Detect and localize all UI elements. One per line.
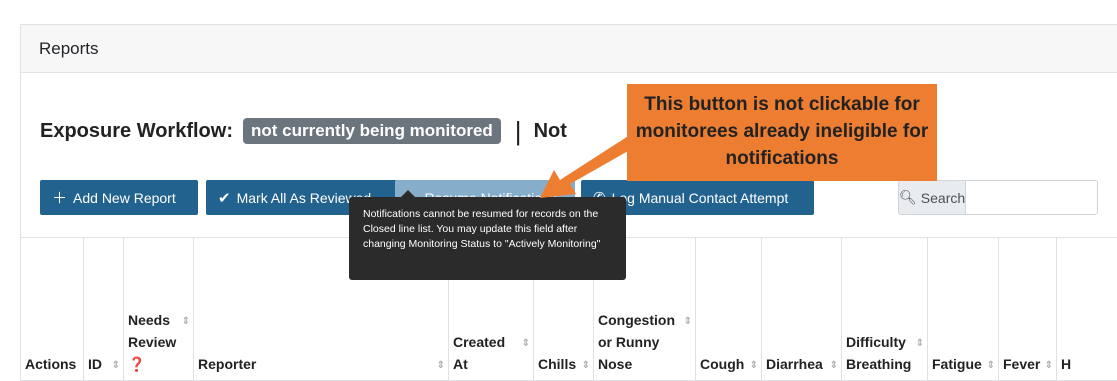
plus-icon: ＋ bbox=[52, 190, 68, 207]
sort-icon[interactable]: ⇕ bbox=[987, 360, 995, 371]
column-header-label: Cough bbox=[700, 356, 745, 372]
workflow-label: Exposure Workflow: bbox=[40, 119, 233, 142]
resume-disabled-tooltip: Notifications cannot be resumed for reco… bbox=[349, 190, 626, 280]
sort-icon[interactable]: ⇕ bbox=[684, 316, 692, 327]
column-header-label: ID bbox=[88, 356, 102, 372]
column-header-label: Actions bbox=[25, 356, 77, 372]
column-header[interactable]: ID ⇕ bbox=[83, 238, 123, 380]
add-new-report-label: Add New Report bbox=[73, 189, 176, 206]
sort-icon[interactable]: ⇕ bbox=[830, 360, 838, 371]
column-header-label: H bbox=[1061, 356, 1072, 372]
column-header[interactable]: Diarrhea ⇕ bbox=[761, 238, 841, 380]
annotation-callout: This button is not clickable for monitor… bbox=[627, 84, 937, 181]
search-label: Search bbox=[920, 189, 966, 206]
magnifier-icon: 🔍︎ bbox=[899, 189, 917, 205]
column-header[interactable]: Fever ⇕ bbox=[998, 238, 1056, 380]
add-new-report-button[interactable]: ＋ Add New Report bbox=[40, 180, 198, 215]
search-group: 🔍︎ Search bbox=[898, 180, 1098, 215]
column-header[interactable]: Needs Review ❓ ⇕ bbox=[123, 238, 193, 380]
column-header-label: Chills bbox=[538, 356, 577, 372]
column-header-label: Reporter bbox=[198, 356, 257, 372]
column-header-label: Diarrhea bbox=[766, 356, 823, 372]
column-header: Actions bbox=[21, 238, 83, 380]
card-title: Reports bbox=[39, 39, 99, 58]
column-header-label: Congestion or Runny Nose bbox=[598, 312, 675, 372]
workflow-status: Exposure Workflow: not currently being m… bbox=[40, 118, 567, 144]
column-header-label: Difficulty Breathing bbox=[846, 334, 912, 372]
divider: | bbox=[514, 116, 522, 146]
column-header[interactable]: Difficulty Breathing ⇕ bbox=[841, 238, 927, 380]
sort-icon[interactable]: ⇕ bbox=[437, 360, 445, 371]
column-header-label: Fever bbox=[1003, 356, 1041, 372]
column-header: H bbox=[1056, 238, 1080, 380]
sort-icon[interactable]: ⇕ bbox=[916, 338, 924, 349]
search-input[interactable] bbox=[966, 181, 1097, 214]
column-header[interactable]: Cough ⇕ bbox=[695, 238, 761, 380]
card-header: Reports bbox=[21, 25, 1117, 73]
sort-icon[interactable]: ⇕ bbox=[112, 360, 120, 371]
sort-icon[interactable]: ⇕ bbox=[182, 316, 190, 327]
column-header-label: Created At bbox=[453, 334, 506, 372]
column-header-label: Needs Review ❓ bbox=[128, 312, 177, 372]
sort-icon[interactable]: ⇕ bbox=[582, 360, 590, 371]
status-badge: not currently being monitored bbox=[243, 118, 501, 144]
search-addon: 🔍︎ Search bbox=[899, 181, 967, 214]
column-header-label: Fatigue bbox=[932, 356, 982, 372]
sort-icon[interactable]: ⇕ bbox=[750, 360, 758, 371]
sort-icon[interactable]: ⇕ bbox=[1045, 360, 1053, 371]
sort-icon[interactable]: ⇕ bbox=[522, 338, 530, 349]
column-header[interactable]: Fatigue ⇕ bbox=[927, 238, 998, 380]
checkmark-icon: ✔ bbox=[218, 189, 231, 207]
